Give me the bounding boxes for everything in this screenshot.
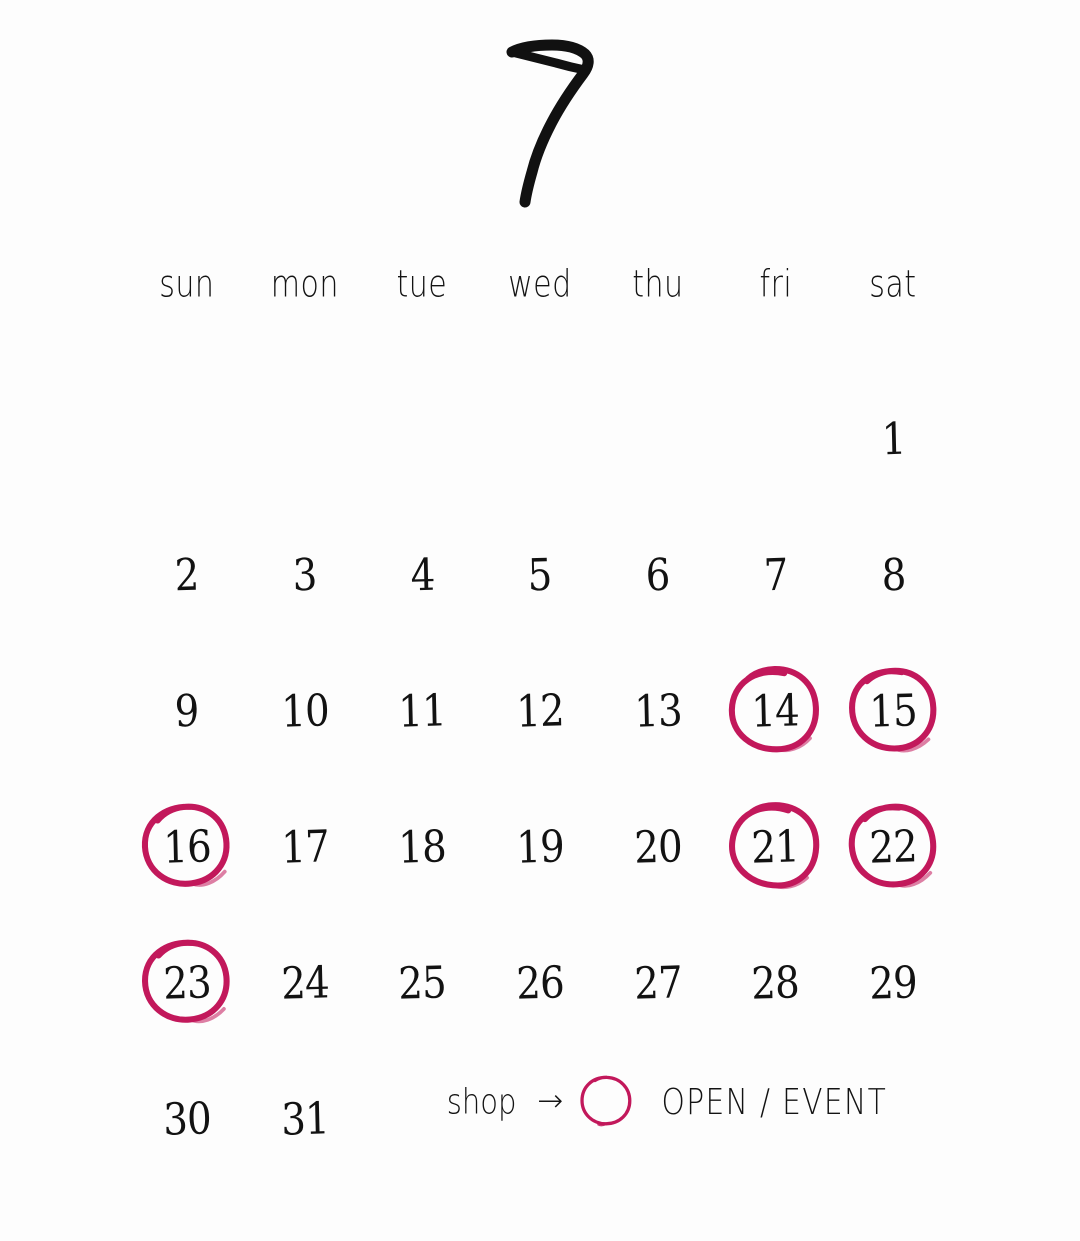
weekday-sun: sun xyxy=(159,263,215,307)
day-number: 27 xyxy=(633,957,683,1010)
day-number: 12 xyxy=(515,685,565,738)
week-row: 16 17 18 19 20 21 22 xyxy=(128,780,952,916)
day-cell[interactable]: 2 xyxy=(128,508,246,644)
day-cell[interactable]: 20 xyxy=(599,780,717,916)
weekday-sat: sat xyxy=(869,263,917,307)
day-cell[interactable]: 22 xyxy=(834,780,952,916)
weekday-wed: wed xyxy=(508,263,572,307)
weekday-fri: fri xyxy=(759,263,792,307)
day-cell[interactable]: 21 xyxy=(717,780,835,916)
day-number: 31 xyxy=(280,1093,329,1146)
day-number: 10 xyxy=(280,685,329,738)
month-title: 7 xyxy=(0,36,1080,216)
day-number: 15 xyxy=(868,685,918,738)
circle-icon xyxy=(577,1072,635,1130)
day-number: 11 xyxy=(397,685,447,738)
day-cell[interactable]: 17 xyxy=(246,780,364,916)
day-number: 18 xyxy=(397,821,447,874)
day-number: 30 xyxy=(162,1093,212,1146)
day-cell[interactable]: 7 xyxy=(717,508,835,644)
day-number: 26 xyxy=(515,957,565,1010)
day-cell[interactable]: 6 xyxy=(599,508,717,644)
week-row: 23 24 25 26 27 28 29 xyxy=(128,916,952,1052)
day-cell[interactable]: 24 xyxy=(246,916,364,1052)
day-number: 5 xyxy=(527,549,553,602)
day-number: 17 xyxy=(280,821,329,874)
legend: shop → OPEN / EVENT xyxy=(442,1062,900,1140)
day-number: 29 xyxy=(868,957,918,1010)
day-number: 3 xyxy=(292,549,318,602)
day-number: 13 xyxy=(633,685,683,738)
day-cell[interactable]: 29 xyxy=(834,916,952,1052)
day-cell[interactable]: 28 xyxy=(717,916,835,1052)
day-number: 9 xyxy=(174,685,200,738)
day-cell[interactable]: 14 xyxy=(717,644,835,780)
day-number: 21 xyxy=(751,821,800,874)
day-number: 19 xyxy=(515,821,565,874)
day-cell[interactable]: 15 xyxy=(834,644,952,780)
calendar-page: 7 sun mon tue wed thu fri sat 1234567891… xyxy=(0,0,1080,1241)
day-number: 6 xyxy=(645,549,671,602)
day-number: 16 xyxy=(162,821,212,874)
day-cell-empty xyxy=(481,372,599,508)
legend-meaning-label: OPEN / EVENT xyxy=(661,1079,888,1123)
day-cell[interactable]: 19 xyxy=(481,780,599,916)
day-cell[interactable]: 4 xyxy=(363,508,481,644)
day-cell[interactable]: 16 xyxy=(128,780,246,916)
day-cell[interactable]: 27 xyxy=(599,916,717,1052)
day-cell[interactable]: 1 xyxy=(834,372,952,508)
day-number: 4 xyxy=(409,549,435,602)
day-number: 25 xyxy=(397,957,447,1010)
day-number: 8 xyxy=(880,549,906,602)
day-cell[interactable]: 8 xyxy=(834,508,952,644)
day-cell[interactable]: 23 xyxy=(128,916,246,1052)
weekday-thu: thu xyxy=(632,263,684,307)
day-number: 23 xyxy=(162,957,212,1010)
day-cell[interactable]: 5 xyxy=(481,508,599,644)
weekday-mon: mon xyxy=(270,263,339,307)
day-cell[interactable]: 26 xyxy=(481,916,599,1052)
day-cell-empty xyxy=(599,372,717,508)
day-number: 24 xyxy=(280,957,329,1010)
day-cell-empty xyxy=(363,372,481,508)
day-number: 20 xyxy=(633,821,683,874)
day-cell[interactable]: 3 xyxy=(246,508,364,644)
day-cell[interactable]: 11 xyxy=(363,644,481,780)
day-cell[interactable]: 18 xyxy=(363,780,481,916)
day-number: 22 xyxy=(868,821,918,874)
week-row: 2 3 4 5 6 7 8 xyxy=(128,508,952,644)
day-cell-empty xyxy=(246,372,364,508)
arrow-right-icon: → xyxy=(537,1082,564,1119)
day-cell[interactable]: 31 xyxy=(246,1052,364,1188)
day-cell[interactable]: 30 xyxy=(128,1052,246,1188)
day-number: 28 xyxy=(751,957,800,1010)
day-number: 2 xyxy=(174,549,200,602)
month-number-glyph xyxy=(506,39,594,208)
day-cell[interactable]: 12 xyxy=(481,644,599,780)
day-cell-empty xyxy=(717,372,835,508)
day-cell[interactable]: 10 xyxy=(246,644,364,780)
day-cell[interactable]: 13 xyxy=(599,644,717,780)
day-number: 14 xyxy=(751,685,800,738)
day-cell-empty xyxy=(128,372,246,508)
day-number: 1 xyxy=(880,413,906,466)
day-cell[interactable]: 9 xyxy=(128,644,246,780)
week-row: 9 10 11 12 13 14 15 xyxy=(128,644,952,780)
week-row: 1 xyxy=(128,372,952,508)
weekday-header-row: sun mon tue wed thu fri sat xyxy=(128,263,952,307)
day-number: 7 xyxy=(762,549,788,602)
day-cell[interactable]: 25 xyxy=(363,916,481,1052)
legend-shop-label: shop xyxy=(446,1080,517,1122)
weekday-tue: tue xyxy=(396,263,448,307)
